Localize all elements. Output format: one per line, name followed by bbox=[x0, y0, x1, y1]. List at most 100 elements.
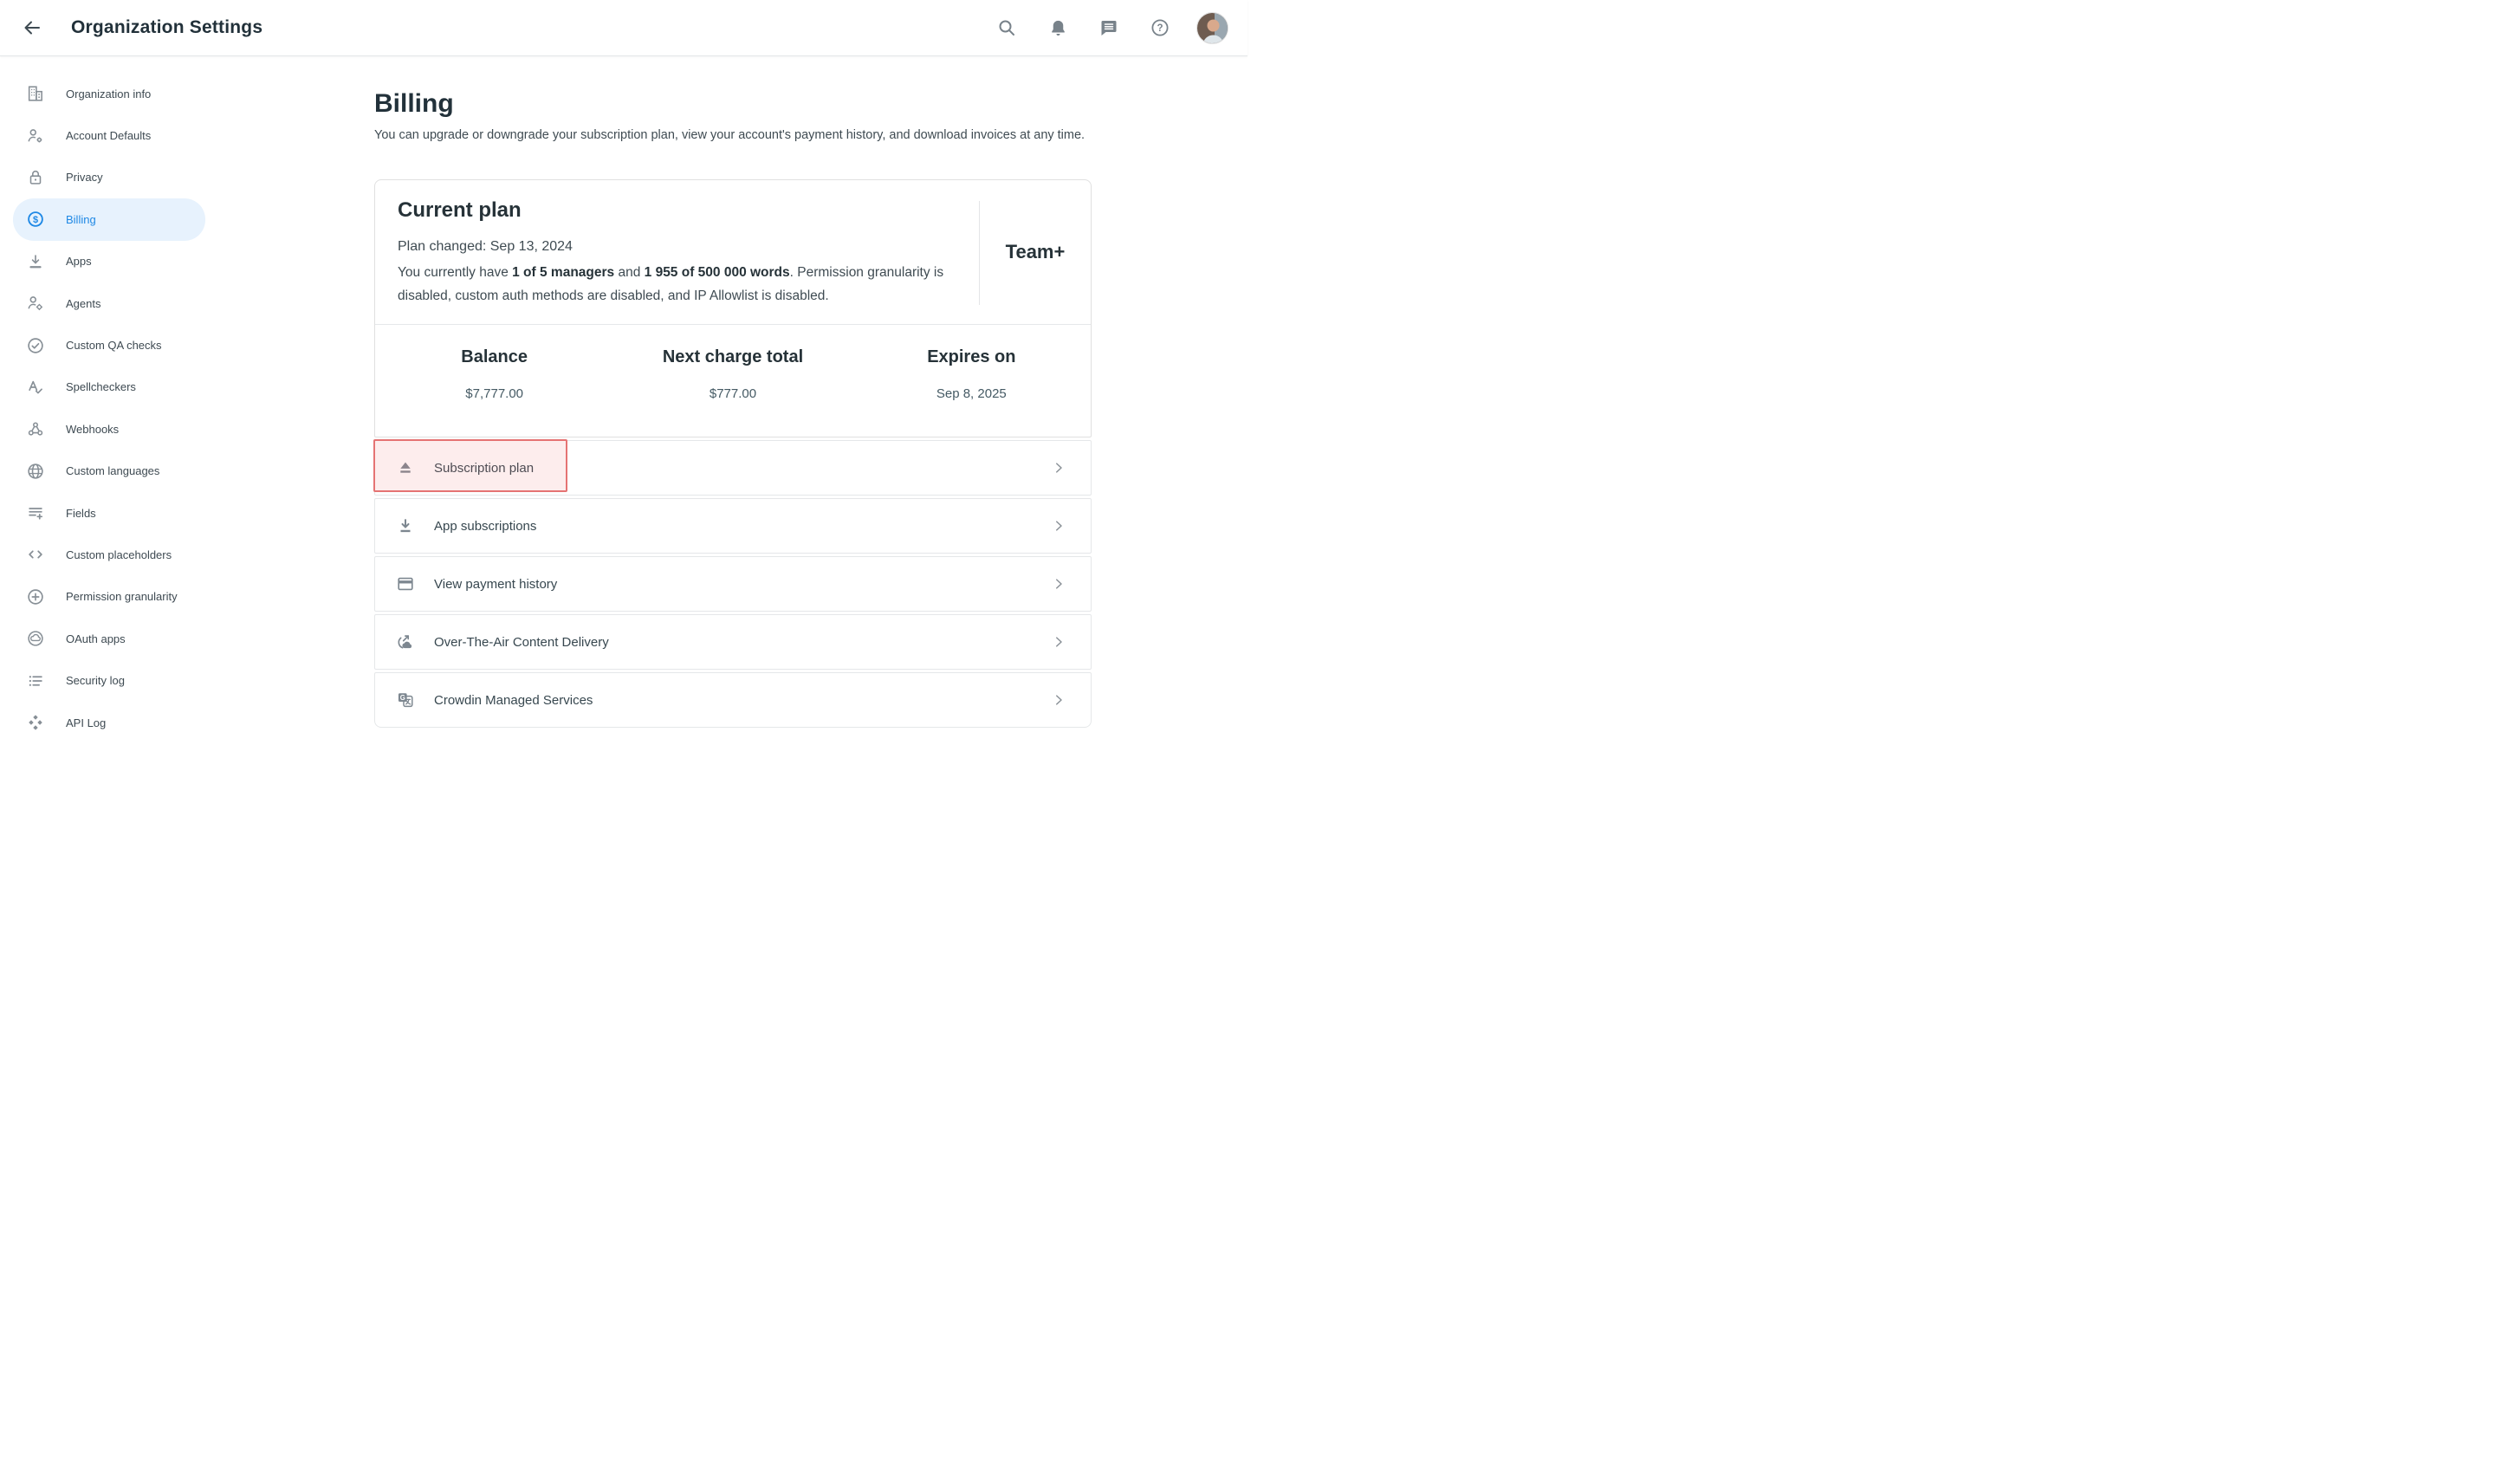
sidebar-item-billing[interactable]: $ Billing bbox=[13, 198, 205, 240]
billing-actions-list: Subscription plan App subscriptions bbox=[374, 440, 1092, 728]
sidebar-item-organization-info[interactable]: Organization info bbox=[13, 73, 205, 114]
back-button[interactable] bbox=[17, 13, 47, 42]
app-header: Organization Settings ? bbox=[0, 0, 1248, 56]
search-button[interactable] bbox=[992, 13, 1021, 42]
check-circle-icon bbox=[26, 336, 45, 355]
expires-on-label: Expires on bbox=[852, 347, 1091, 367]
sidebar-item-webhooks[interactable]: Webhooks bbox=[13, 408, 205, 450]
row-label: Crowdin Managed Services bbox=[434, 693, 593, 708]
dollar-circle-icon: $ bbox=[26, 210, 45, 229]
chevron-right-icon bbox=[1050, 459, 1067, 476]
chevron-right-icon bbox=[1050, 691, 1067, 709]
current-plan-section: Current plan Plan changed: Sep 13, 2024 … bbox=[375, 180, 1091, 324]
sidebar-item-label: Security log bbox=[66, 674, 125, 687]
next-charge-column: Next charge total $777.00 bbox=[613, 325, 852, 437]
balance-value: $7,777.00 bbox=[375, 386, 613, 401]
avatar-photo-icon bbox=[1197, 13, 1228, 44]
search-icon bbox=[996, 17, 1017, 38]
globe-icon bbox=[26, 462, 45, 481]
sidebar-item-api-log[interactable]: API Log bbox=[13, 702, 205, 743]
row-label: Over-The-Air Content Delivery bbox=[434, 635, 609, 650]
plan-usage-text: You currently have 1 of 5 managers and 1… bbox=[398, 261, 961, 308]
next-charge-value: $777.00 bbox=[613, 386, 852, 401]
sidebar-item-agents[interactable]: Agents bbox=[13, 282, 205, 324]
svg-text:?: ? bbox=[1157, 23, 1163, 34]
row-subscription-plan[interactable]: Subscription plan bbox=[374, 440, 1092, 496]
expires-on-value: Sep 8, 2025 bbox=[852, 386, 1091, 401]
cloud-circle-icon bbox=[26, 629, 45, 648]
sidebar-item-fields[interactable]: Fields bbox=[13, 492, 205, 534]
sidebar-item-permission-granularity[interactable]: Permission granularity bbox=[13, 576, 205, 618]
download-icon bbox=[26, 252, 45, 271]
credit-card-icon bbox=[396, 574, 415, 593]
sidebar-item-account-defaults[interactable]: Account Defaults bbox=[13, 114, 205, 156]
billing-summary: Balance $7,777.00 Next charge total $777… bbox=[375, 324, 1091, 437]
help-button[interactable]: ? bbox=[1145, 13, 1175, 42]
notifications-bell-icon bbox=[1048, 18, 1068, 38]
row-label: App subscriptions bbox=[434, 519, 536, 534]
user-avatar[interactable] bbox=[1196, 12, 1228, 44]
bulleted-list-icon bbox=[26, 671, 45, 690]
sidebar-item-label: Fields bbox=[66, 507, 96, 520]
sidebar-item-label: API Log bbox=[66, 716, 106, 729]
plus-circle-icon bbox=[26, 587, 45, 606]
sidebar-item-label: Custom languages bbox=[66, 464, 159, 477]
main-panel: Billing You can upgrade or downgrade you… bbox=[225, 56, 1248, 742]
plan-name-badge: Team+ bbox=[980, 180, 1091, 324]
notifications-button[interactable] bbox=[1043, 13, 1073, 42]
sidebar-item-label: OAuth apps bbox=[66, 632, 126, 645]
sidebar-item-spellcheckers[interactable]: Spellcheckers bbox=[13, 366, 205, 408]
messages-chat-icon bbox=[1098, 17, 1119, 38]
sidebar-item-label: Webhooks bbox=[66, 423, 119, 436]
code-brackets-icon bbox=[26, 545, 45, 564]
sidebar-item-label: Apps bbox=[66, 255, 92, 268]
expires-on-column: Expires on Sep 8, 2025 bbox=[852, 325, 1091, 437]
help-icon: ? bbox=[1150, 17, 1170, 38]
building-icon bbox=[26, 84, 45, 103]
translate-icon: G bbox=[396, 690, 415, 710]
sidebar-item-label: Organization info bbox=[66, 87, 151, 100]
sidebar-item-label: Permission granularity bbox=[66, 590, 178, 603]
person-cube-icon bbox=[26, 294, 45, 313]
next-charge-label: Next charge total bbox=[613, 347, 852, 367]
row-app-subscriptions[interactable]: App subscriptions bbox=[374, 498, 1092, 554]
sidebar-item-label: Privacy bbox=[66, 171, 103, 184]
sidebar-item-apps[interactable]: Apps bbox=[13, 241, 205, 282]
sidebar-item-label: Custom placeholders bbox=[66, 548, 172, 561]
sidebar-item-label: Custom QA checks bbox=[66, 339, 162, 352]
sidebar-item-privacy[interactable]: Privacy bbox=[13, 157, 205, 198]
chevron-right-icon bbox=[1050, 517, 1067, 535]
webhook-icon bbox=[26, 419, 45, 438]
sidebar-item-security-log[interactable]: Security log bbox=[13, 659, 205, 701]
balance-label: Balance bbox=[375, 347, 613, 367]
row-crowdin-managed-services[interactable]: G Crowdin Managed Services bbox=[374, 672, 1092, 728]
row-view-payment-history[interactable]: View payment history bbox=[374, 556, 1092, 612]
ota-cloud-sync-icon bbox=[396, 632, 415, 651]
sidebar-item-label: Spellcheckers bbox=[66, 380, 136, 393]
plan-changed-text: Plan changed: Sep 13, 2024 bbox=[398, 239, 961, 255]
billing-description: You can upgrade or downgrade your subscr… bbox=[374, 126, 1092, 145]
billing-title: Billing bbox=[374, 88, 1092, 120]
sidebar-item-custom-placeholders[interactable]: Custom placeholders bbox=[13, 534, 205, 575]
lock-icon bbox=[26, 168, 45, 187]
header-actions: ? bbox=[992, 12, 1228, 44]
person-gear-icon bbox=[26, 126, 45, 146]
sidebar-item-custom-languages[interactable]: Custom languages bbox=[13, 450, 205, 492]
svg-text:$: $ bbox=[33, 215, 38, 225]
page-title: Organization Settings bbox=[71, 17, 262, 38]
chevron-right-icon bbox=[1050, 633, 1067, 651]
back-arrow-icon bbox=[22, 17, 42, 38]
sidebar-item-oauth-apps[interactable]: OAuth apps bbox=[13, 618, 205, 659]
diamonds-icon bbox=[26, 713, 45, 732]
eject-icon bbox=[396, 458, 415, 477]
download-tray-icon bbox=[396, 516, 415, 535]
chevron-right-icon bbox=[1050, 575, 1067, 593]
balance-column: Balance $7,777.00 bbox=[375, 325, 613, 437]
sidebar-item-custom-qa-checks[interactable]: Custom QA checks bbox=[13, 324, 205, 366]
messages-button[interactable] bbox=[1094, 13, 1124, 42]
sidebar-item-label: Account Defaults bbox=[66, 129, 151, 142]
row-label: View payment history bbox=[434, 577, 557, 592]
row-label: Subscription plan bbox=[434, 461, 534, 476]
row-over-the-air-content-delivery[interactable]: Over-The-Air Content Delivery bbox=[374, 614, 1092, 670]
list-add-icon bbox=[26, 503, 45, 522]
